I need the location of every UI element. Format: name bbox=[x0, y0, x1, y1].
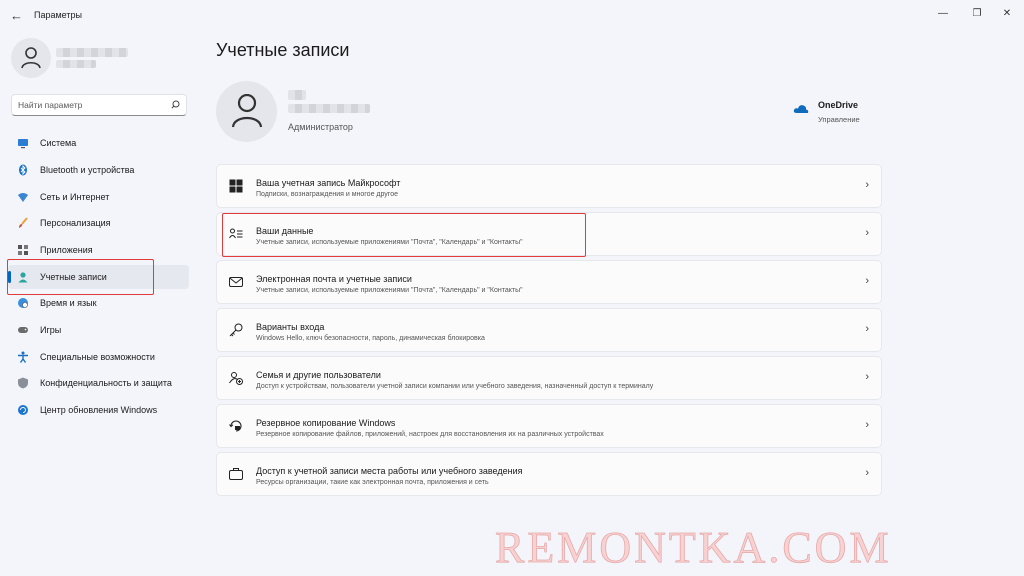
card-title: Резервное копирование Windows bbox=[256, 418, 396, 428]
close-button[interactable]: ✕ bbox=[997, 6, 1017, 22]
user-name-blurred bbox=[56, 48, 128, 57]
sidebar-item-label: Система bbox=[40, 138, 77, 148]
sidebar-item-network[interactable]: Сеть и Интернет bbox=[8, 185, 189, 209]
mail-icon bbox=[229, 277, 243, 287]
sidebar: Система Bluetooth и устройства Сеть и Ин… bbox=[0, 30, 200, 576]
gamepad-icon bbox=[18, 327, 28, 333]
account-role: Администратор bbox=[288, 122, 353, 132]
accessibility-icon bbox=[18, 351, 28, 363]
sidebar-item-label: Персонализация bbox=[40, 218, 111, 228]
chevron-right-icon: › bbox=[865, 275, 869, 287]
sidebar-item-label: Bluetooth и устройства bbox=[40, 165, 135, 175]
sidebar-item-accessibility[interactable]: Специальные возможности bbox=[8, 345, 189, 369]
card-sign-in-options[interactable]: Варианты входа Windows Hello, ключ безоп… bbox=[216, 308, 882, 352]
person-icon bbox=[21, 47, 41, 69]
sidebar-item-label: Центр обновления Windows bbox=[40, 405, 158, 415]
chevron-right-icon: › bbox=[865, 419, 869, 431]
card-subtitle: Доступ к устройствам, пользователи учетн… bbox=[256, 383, 654, 390]
card-subtitle: Учетные записи, используемые приложениям… bbox=[256, 287, 523, 294]
brush-icon bbox=[19, 217, 28, 228]
sidebar-item-label: Специальные возможности bbox=[40, 352, 155, 362]
onedrive-title[interactable]: OneDrive bbox=[818, 100, 858, 110]
sidebar-highlight-box bbox=[7, 259, 154, 295]
card-subtitle: Подписки, вознаграждения и многое другое bbox=[256, 191, 398, 198]
family-icon bbox=[229, 372, 243, 385]
minimize-button[interactable]: — bbox=[933, 6, 953, 22]
sidebar-item-label: Время и язык bbox=[40, 298, 97, 308]
card-subtitle: Резервное копирование файлов, приложений… bbox=[256, 431, 604, 438]
card-title: Электронная почта и учетные записи bbox=[256, 274, 412, 284]
card-title: Ваша учетная запись Майкрософт bbox=[256, 178, 401, 188]
monitor-icon bbox=[18, 139, 28, 149]
sidebar-item-label: Конфиденциальность и защита bbox=[40, 378, 172, 388]
update-icon bbox=[18, 405, 28, 415]
card-family-other-users[interactable]: Семья и другие пользователи Доступ к уст… bbox=[216, 356, 882, 400]
user-avatar[interactable] bbox=[11, 38, 51, 78]
chevron-right-icon: › bbox=[865, 227, 869, 239]
user-email-blurred bbox=[56, 60, 96, 68]
sidebar-item-bluetooth[interactable]: Bluetooth и устройства bbox=[8, 158, 189, 182]
chevron-right-icon: › bbox=[865, 467, 869, 479]
account-avatar bbox=[216, 81, 277, 142]
card-title: Доступ к учетной записи места работы или… bbox=[256, 466, 523, 476]
watermark: REMONTKA.COM bbox=[495, 523, 892, 573]
search-input[interactable] bbox=[18, 98, 168, 112]
key-icon bbox=[229, 323, 243, 337]
person-icon bbox=[231, 94, 263, 128]
sidebar-item-system[interactable]: Система bbox=[8, 131, 189, 155]
sidebar-item-windows-update[interactable]: Центр обновления Windows bbox=[8, 398, 189, 422]
sidebar-item-label: Приложения bbox=[40, 245, 93, 255]
card-windows-backup[interactable]: Резервное копирование Windows Резервное … bbox=[216, 404, 882, 448]
onedrive-cloud-icon[interactable] bbox=[793, 103, 809, 114]
card-subtitle: Windows Hello, ключ безопасности, пароль… bbox=[256, 335, 485, 342]
onedrive-manage-link[interactable]: Управление bbox=[818, 115, 860, 124]
bluetooth-icon bbox=[19, 164, 27, 176]
briefcase-icon bbox=[229, 468, 243, 480]
windows-logo-icon bbox=[229, 179, 243, 193]
account-email-blurred bbox=[288, 104, 370, 113]
card-title: Варианты входа bbox=[256, 322, 325, 332]
shield-icon bbox=[18, 377, 28, 389]
card-highlight-box bbox=[222, 213, 586, 257]
window-title: Параметры bbox=[34, 10, 82, 20]
title-bar: ← Параметры — ❐ ✕ bbox=[0, 0, 1024, 30]
card-email-accounts[interactable]: Электронная почта и учетные записи Учетн… bbox=[216, 260, 882, 304]
chevron-right-icon: › bbox=[865, 179, 869, 191]
sidebar-item-label: Сеть и Интернет bbox=[40, 192, 110, 202]
sidebar-item-privacy[interactable]: Конфиденциальность и защита bbox=[8, 371, 189, 395]
globe-clock-icon bbox=[18, 298, 28, 308]
maximize-button[interactable]: ❐ bbox=[967, 6, 987, 22]
search-box[interactable] bbox=[11, 94, 187, 116]
apps-icon bbox=[18, 245, 28, 255]
back-arrow-icon[interactable]: ← bbox=[10, 9, 24, 23]
search-icon[interactable] bbox=[171, 100, 180, 109]
chevron-right-icon: › bbox=[865, 323, 869, 335]
card-title: Семья и другие пользователи bbox=[256, 370, 381, 380]
backup-icon bbox=[229, 420, 242, 432]
card-microsoft-account[interactable]: Ваша учетная запись Майкрософт Подписки,… bbox=[216, 164, 882, 208]
card-subtitle: Ресурсы организации, такие как электронн… bbox=[256, 479, 489, 486]
sidebar-item-gaming[interactable]: Игры bbox=[8, 318, 189, 342]
sidebar-item-personalization[interactable]: Персонализация bbox=[8, 211, 189, 235]
chevron-right-icon: › bbox=[865, 371, 869, 383]
account-name-blurred bbox=[288, 90, 306, 100]
network-icon bbox=[18, 193, 28, 202]
page-title: Учетные записи bbox=[216, 40, 350, 60]
sidebar-item-label: Игры bbox=[40, 325, 62, 335]
card-work-school-access[interactable]: Доступ к учетной записи места работы или… bbox=[216, 452, 882, 496]
